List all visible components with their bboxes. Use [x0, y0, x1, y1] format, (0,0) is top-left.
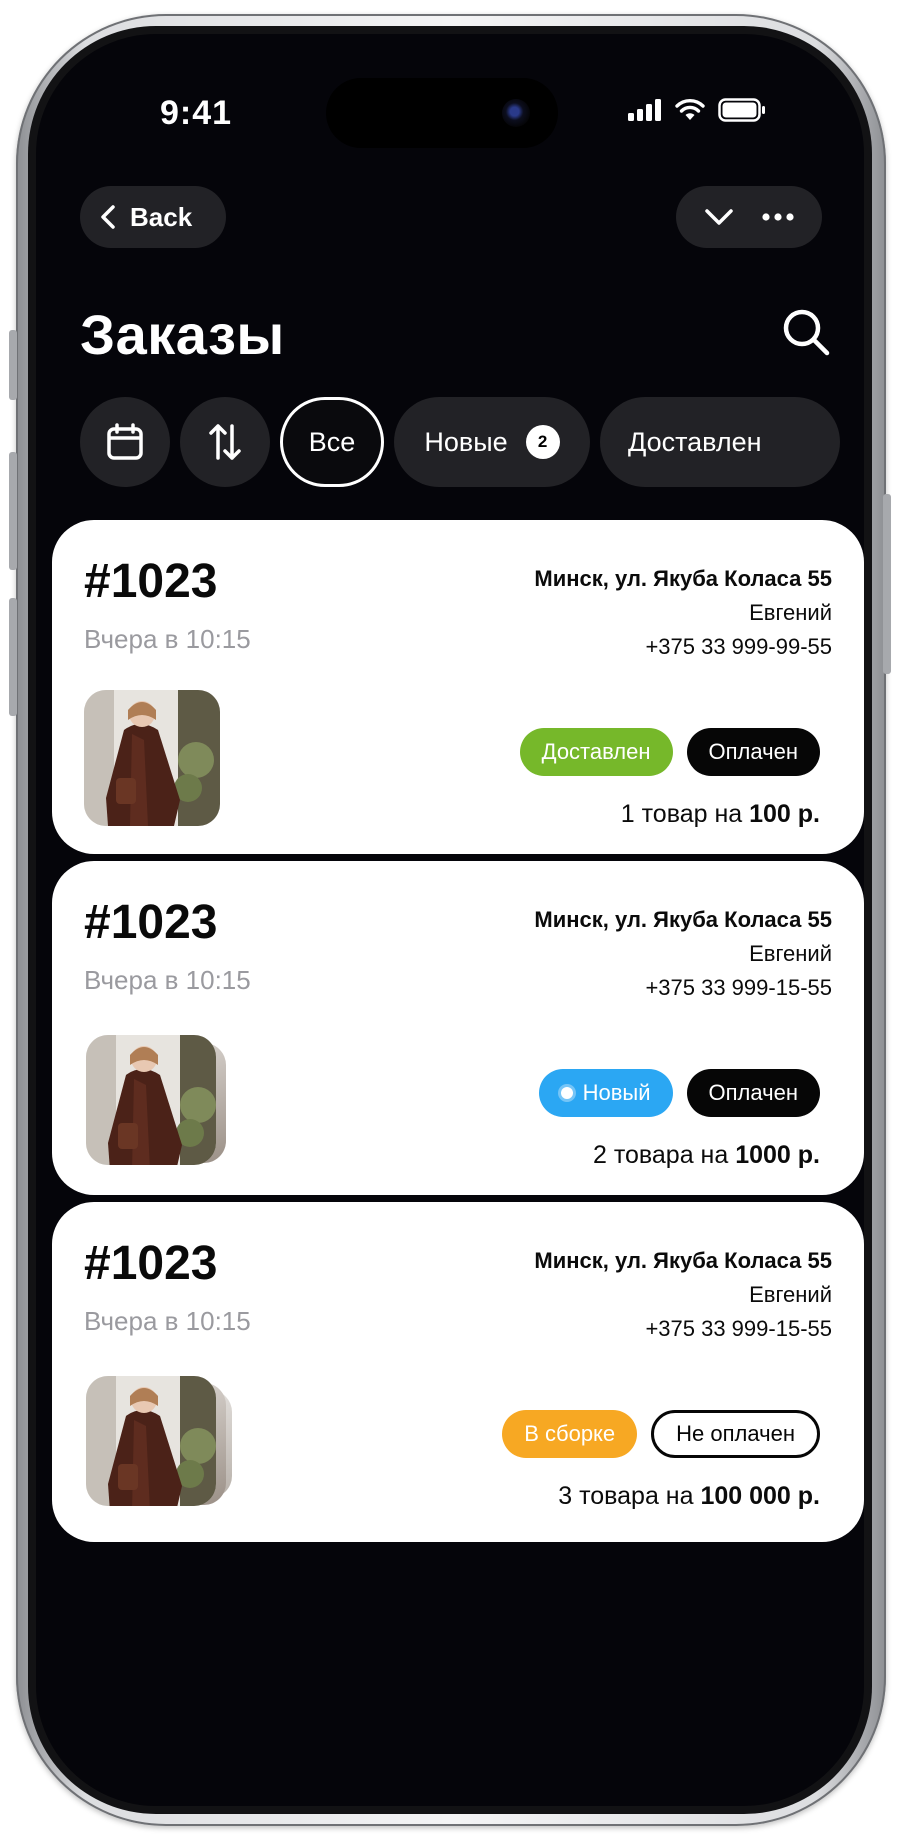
chevron-down-icon[interactable] — [704, 208, 734, 226]
order-total: 100 000 р. — [700, 1482, 820, 1510]
order-customer: Евгений — [749, 941, 832, 966]
menu-controls[interactable] — [676, 186, 822, 248]
calendar-icon — [107, 423, 143, 460]
order-phone[interactable]: +375 33 999-15-55 — [534, 971, 832, 1005]
order-summary: 1 товар на 100 р. — [621, 800, 820, 829]
status-badge: Новый — [538, 1069, 673, 1117]
filter-new-label: Новые — [424, 426, 508, 457]
filter-all-label: Все — [308, 426, 356, 457]
page-title: Заказы — [80, 303, 285, 366]
order-items-text: 3 товара на — [558, 1482, 694, 1510]
filter-new-count: 2 — [525, 425, 560, 459]
order-phone[interactable]: +375 33 999-99-55 — [534, 630, 832, 664]
payment-badge: Оплачен — [686, 728, 820, 776]
order-time: Вчера в 10:15 — [84, 1306, 251, 1336]
payment-badge: Оплачен — [686, 1069, 820, 1117]
camera-icon — [502, 99, 530, 127]
product-photo — [86, 1376, 216, 1506]
order-contact: Минск, ул. Якуба Коласа 55 Евгений +375 … — [534, 903, 832, 1005]
battery-icon — [718, 98, 765, 122]
order-number: #1023 — [84, 555, 218, 608]
order-badges: Доставлен Оплачен — [519, 728, 820, 776]
order-card[interactable]: #1023 Вчера в 10:15 Минск, ул. Якуба Кол… — [52, 861, 864, 1195]
payment-badge: Не оплачен — [651, 1410, 820, 1458]
order-summary: 2 товара на 1000 р. — [593, 1141, 820, 1170]
order-customer: Евгений — [749, 1282, 832, 1307]
order-summary: 3 товара на 100 000 р. — [558, 1482, 820, 1511]
order-number: #1023 — [84, 1237, 218, 1290]
power-button — [883, 494, 891, 674]
volume-down-button — [9, 598, 17, 716]
product-thumbnail — [86, 1035, 216, 1165]
volume-up-button — [9, 452, 17, 570]
order-card[interactable]: #1023 Вчера в 10:15 Минск, ул. Якуба Кол… — [52, 1202, 864, 1542]
order-total: 1000 р. — [735, 1141, 820, 1169]
status-time: 9:41 — [160, 94, 233, 132]
chevron-left-icon — [101, 205, 115, 229]
filter-delivered-label: Доставлен — [628, 426, 762, 457]
order-contact: Минск, ул. Якуба Коласа 55 Евгений +375 … — [534, 1244, 832, 1346]
action-button — [9, 330, 17, 400]
sort-button[interactable] — [180, 397, 270, 487]
signal-icon — [628, 99, 661, 121]
product-photo — [86, 1035, 216, 1165]
filter-bar: Все Новые 2 Доставлен — [80, 397, 864, 487]
status-label: Новый — [582, 1080, 651, 1105]
order-address: Минск, ул. Якуба Коласа 55 — [534, 566, 832, 591]
order-number: #1023 — [84, 896, 218, 949]
order-card[interactable]: #1023 Вчера в 10:15 Минск, ул. Якуба Кол… — [52, 520, 864, 854]
order-address: Минск, ул. Якуба Коласа 55 — [534, 1248, 832, 1273]
order-contact: Минск, ул. Якуба Коласа 55 Евгений +375 … — [534, 562, 832, 664]
filter-delivered-chip[interactable]: Доставлен — [600, 397, 840, 487]
order-items-text: 1 товар на — [620, 800, 743, 828]
status-badge: Доставлен — [519, 728, 673, 776]
date-filter-button[interactable] — [80, 397, 170, 487]
wifi-icon — [675, 99, 705, 120]
order-time: Вчера в 10:15 — [84, 624, 251, 654]
order-thumbnails — [84, 1035, 264, 1171]
order-badges: Новый Оплачен — [538, 1069, 820, 1117]
product-thumbnail — [84, 690, 220, 826]
order-time: Вчера в 10:15 — [84, 965, 251, 995]
order-customer: Евгений — [749, 600, 832, 625]
order-badges: В сборке Не оплачен — [502, 1410, 820, 1458]
order-phone[interactable]: +375 33 999-15-55 — [534, 1312, 832, 1346]
more-icon[interactable] — [762, 213, 794, 221]
order-thumbnails — [84, 1376, 264, 1512]
order-items-text: 2 товара на — [592, 1141, 729, 1169]
sort-icon — [209, 424, 241, 460]
product-thumbnail — [86, 1376, 216, 1506]
status-dot-icon — [560, 1087, 573, 1099]
app-screen: 9:41 Back Заказы Все Новые 2 Доставлен #… — [36, 34, 864, 1806]
order-total: 100 р. — [749, 800, 820, 828]
order-address: Минск, ул. Якуба Коласа 55 — [534, 907, 832, 932]
order-thumbnails — [84, 690, 264, 826]
filter-new-chip[interactable]: Новые 2 — [394, 397, 590, 487]
product-photo — [84, 690, 220, 826]
status-badge: В сборке — [502, 1410, 638, 1458]
dynamic-island — [326, 78, 558, 148]
filter-all-chip[interactable]: Все — [280, 397, 384, 487]
search-icon[interactable] — [780, 306, 832, 358]
back-label: Back — [130, 201, 193, 232]
back-button[interactable]: Back — [80, 186, 226, 248]
status-icons — [628, 98, 766, 122]
